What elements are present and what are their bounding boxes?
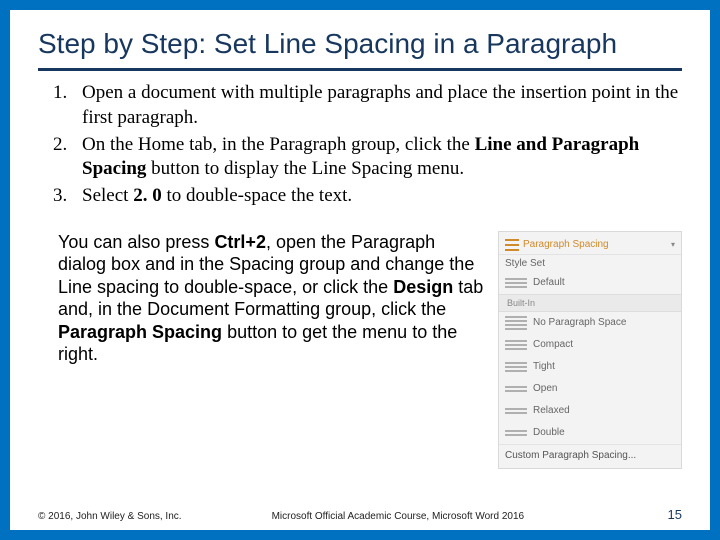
slide: Step by Step: Set Line Spacing in a Para… (0, 0, 720, 540)
note-row: You can also press Ctrl+2, open the Para… (38, 231, 682, 469)
menu-default-label: Default (533, 277, 565, 288)
lines-icon (505, 337, 527, 353)
footer: © 2016, John Wiley & Sons, Inc. Microsof… (38, 507, 682, 522)
step-3-c: to double-space the text. (162, 185, 352, 206)
steps-list: Open a document with multiple paragraphs… (38, 81, 682, 208)
step-3: Select 2. 0 to double-space the text. (72, 184, 682, 209)
footer-copyright: © 2016, John Wiley & Sons, Inc. (38, 511, 182, 522)
lines-icon (505, 403, 527, 419)
menu-item-label: Double (533, 427, 565, 438)
menu-item-tight[interactable]: Tight (499, 356, 681, 378)
lines-icon (505, 425, 527, 441)
paragraph-spacing-menu: Paragraph Spacing ▾ Style Set Default Bu… (498, 231, 682, 469)
menu-item-double[interactable]: Double (499, 422, 681, 444)
note-d: Design (393, 277, 453, 297)
menu-default[interactable]: Default (499, 272, 681, 294)
menu-custom[interactable]: Custom Paragraph Spacing... (499, 444, 681, 464)
step-1-text: Open a document with multiple paragraphs… (82, 82, 678, 128)
step-2: On the Home tab, in the Paragraph group,… (72, 133, 682, 182)
title-rule (38, 68, 682, 71)
menu-header-label: Paragraph Spacing (523, 239, 609, 250)
menu-item-relaxed[interactable]: Relaxed (499, 400, 681, 422)
menu-item-label: Tight (533, 361, 555, 372)
slide-title: Step by Step: Set Line Spacing in a Para… (38, 28, 682, 60)
menu-styleset-label: Style Set (505, 258, 545, 269)
lines-icon (505, 381, 527, 397)
page-number: 15 (668, 507, 682, 522)
menu-section-builtin: Built-In (499, 294, 681, 312)
note-a: You can also press (58, 232, 214, 252)
menu-styleset: Style Set (499, 255, 681, 272)
chevron-down-icon: ▾ (671, 240, 675, 249)
menu-item-label: Relaxed (533, 405, 570, 416)
menu-item-label: No Paragraph Space (533, 317, 626, 328)
lines-icon (505, 359, 527, 375)
menu-custom-label: Custom Paragraph Spacing... (505, 450, 636, 461)
note-b: Ctrl+2 (214, 232, 266, 252)
step-1: Open a document with multiple paragraphs… (72, 81, 682, 130)
note-f: Paragraph Spacing (58, 322, 222, 342)
note-text: You can also press Ctrl+2, open the Para… (38, 231, 484, 366)
menu-item-label: Compact (533, 339, 573, 350)
lines-icon (505, 315, 527, 331)
step-3-b: 2. 0 (133, 185, 162, 206)
menu-item-no-space[interactable]: No Paragraph Space (499, 312, 681, 334)
menu-item-compact[interactable]: Compact (499, 334, 681, 356)
step-2-c: button to display the Line Spacing menu. (146, 158, 464, 179)
menu-item-open[interactable]: Open (499, 378, 681, 400)
menu-item-label: Open (533, 383, 557, 394)
step-3-a: Select (82, 185, 133, 206)
footer-course: Microsoft Official Academic Course, Micr… (272, 511, 525, 522)
paragraph-spacing-icon (505, 239, 519, 251)
lines-icon (505, 275, 527, 291)
step-2-a: On the Home tab, in the Paragraph group,… (82, 134, 475, 155)
menu-header[interactable]: Paragraph Spacing ▾ (499, 236, 681, 255)
